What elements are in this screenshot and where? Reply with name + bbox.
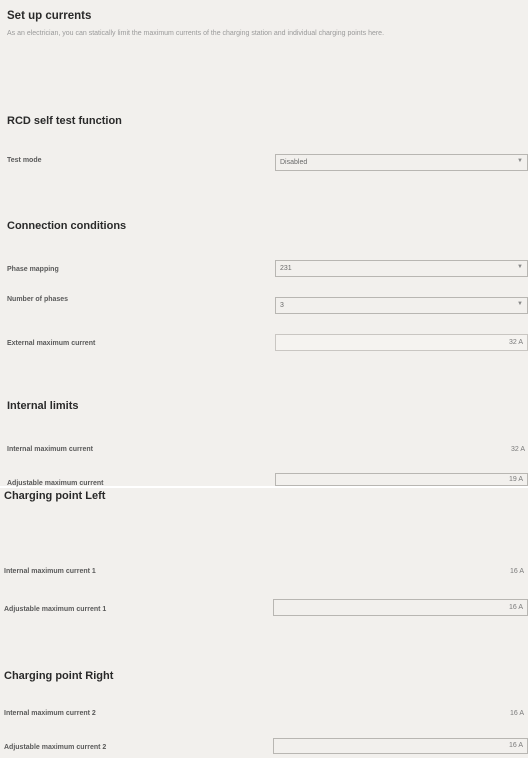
left-adjustable-max-label: Adjustable maximum current 1 [4, 606, 107, 613]
section-title-rcd: RCD self test function [7, 115, 122, 127]
right-internal-max-value: 16 A [509, 710, 524, 717]
external-max-current-field: 32 A [275, 334, 528, 351]
left-internal-max-label: Internal maximum current 1 [4, 568, 96, 575]
page-title: Set up currents [7, 10, 92, 22]
external-max-current-label: External maximum current [7, 340, 96, 347]
external-max-current-value: 32 A [508, 339, 523, 346]
test-mode-select[interactable]: Disabled ▼ [275, 154, 528, 171]
right-adjustable-max-value: 16 A [508, 742, 523, 749]
left-internal-max-value: 16 A [509, 568, 524, 575]
internal-max-current-label: Internal maximum current [7, 446, 93, 453]
chevron-down-icon: ▼ [517, 301, 523, 307]
adjustable-max-current-value: 19 A [508, 476, 523, 483]
chevron-down-icon: ▼ [517, 264, 523, 270]
right-adjustable-max-label: Adjustable maximum current 2 [4, 744, 107, 751]
adjustable-max-current-label: Adjustable maximum current [7, 480, 104, 487]
number-of-phases-label: Number of phases [7, 296, 69, 303]
charging-points-panel: Charging point Left Internal maximum cur… [0, 488, 528, 758]
right-adjustable-max-input[interactable]: 16 A [273, 738, 528, 754]
phase-mapping-value: 231 [280, 265, 292, 272]
phase-mapping-select[interactable]: 231 ▼ [275, 260, 528, 277]
test-mode-label: Test mode [7, 157, 42, 164]
number-of-phases-value: 3 [280, 302, 284, 309]
test-mode-value: Disabled [280, 159, 308, 166]
page-description: As an electrician, you can statically li… [7, 30, 385, 37]
phase-mapping-label: Phase mapping [7, 266, 59, 273]
section-title-internal: Internal limits [7, 400, 79, 412]
chevron-down-icon: ▼ [517, 158, 523, 164]
left-adjustable-max-value: 16 A [508, 604, 523, 611]
section-title-left: Charging point Left [4, 490, 106, 502]
section-title-right: Charging point Right [4, 670, 114, 682]
internal-max-current-value: 32 A [510, 446, 525, 453]
settings-panel: Set up currents As an electrician, you c… [0, 0, 528, 487]
left-adjustable-max-input[interactable]: 16 A [273, 599, 528, 616]
right-internal-max-label: Internal maximum current 2 [4, 710, 96, 717]
number-of-phases-select[interactable]: 3 ▼ [275, 297, 528, 314]
section-title-connection: Connection conditions [7, 220, 127, 232]
adjustable-max-current-input[interactable]: 19 A [275, 473, 528, 486]
